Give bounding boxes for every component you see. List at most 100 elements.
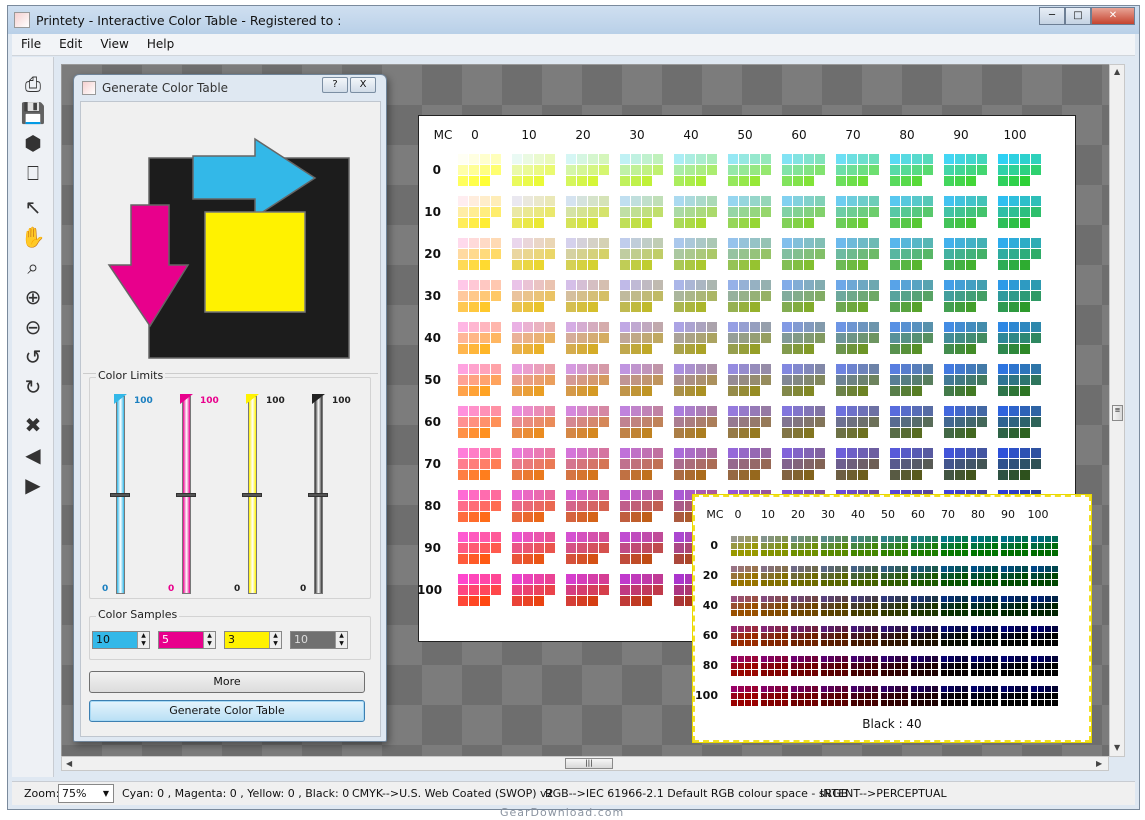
color-cell[interactable]	[881, 596, 908, 618]
color-cell[interactable]	[944, 238, 990, 272]
color-cell[interactable]	[674, 196, 720, 230]
color-cell[interactable]	[851, 686, 878, 708]
color-cell[interactable]	[620, 448, 666, 482]
color-cell[interactable]	[566, 490, 612, 524]
cyan-samples-spinbox[interactable]: 10 ▲ ▼	[92, 631, 150, 649]
color-cell[interactable]	[731, 686, 758, 708]
color-cell[interactable]	[620, 322, 666, 356]
color-cell[interactable]	[911, 626, 938, 648]
color-cell[interactable]	[998, 154, 1044, 188]
color-cell[interactable]	[881, 686, 908, 708]
color-cell[interactable]	[512, 322, 558, 356]
menu-file[interactable]: File	[12, 34, 50, 55]
color-cell[interactable]	[1031, 686, 1058, 708]
color-cell[interactable]	[731, 596, 758, 618]
color-cell[interactable]	[761, 536, 788, 558]
printer-icon[interactable]: ⎙	[20, 71, 46, 97]
color-cell[interactable]	[791, 596, 818, 618]
cyan-max-handle-icon[interactable]	[114, 394, 127, 404]
color-cell[interactable]	[728, 448, 774, 482]
pointer-icon[interactable]: ↖	[20, 194, 46, 220]
color-cell[interactable]	[458, 154, 504, 188]
color-cell[interactable]	[674, 280, 720, 314]
color-cell[interactable]	[998, 280, 1044, 314]
close-button[interactable]: ✕	[1091, 7, 1135, 25]
color-cell[interactable]	[836, 238, 882, 272]
spin-arrows-icon[interactable]: ▲ ▼	[137, 632, 149, 648]
color-cell[interactable]	[620, 280, 666, 314]
color-cell[interactable]	[728, 280, 774, 314]
black-max-handle-icon[interactable]	[312, 394, 325, 404]
previous-icon[interactable]: ◀	[20, 442, 46, 468]
color-cell[interactable]	[791, 686, 818, 708]
color-cell[interactable]	[458, 574, 504, 608]
color-cell[interactable]	[782, 322, 828, 356]
color-cell[interactable]	[881, 536, 908, 558]
color-cell[interactable]	[881, 656, 908, 678]
color-cell[interactable]	[971, 656, 998, 678]
color-cell[interactable]	[911, 686, 938, 708]
color-cell[interactable]	[998, 238, 1044, 272]
color-cell[interactable]	[728, 154, 774, 188]
color-cell[interactable]	[1031, 536, 1058, 558]
color-cell[interactable]	[512, 196, 558, 230]
color-cell[interactable]	[458, 280, 504, 314]
color-cell[interactable]	[890, 448, 936, 482]
color-cell[interactable]	[944, 406, 990, 440]
yellow-slider-knob[interactable]	[242, 493, 262, 497]
color-cell[interactable]	[731, 566, 758, 588]
color-cell[interactable]	[674, 448, 720, 482]
color-cell[interactable]	[512, 490, 558, 524]
color-cell[interactable]	[761, 566, 788, 588]
color-cell[interactable]	[512, 280, 558, 314]
scroll-right-icon[interactable]: ▶	[1096, 759, 1102, 768]
horizontal-scroll-thumb[interactable]: |||	[565, 758, 613, 769]
minimize-button[interactable]: ─	[1039, 7, 1065, 25]
color-cell[interactable]	[971, 626, 998, 648]
color-cell[interactable]	[941, 626, 968, 648]
palette-icon[interactable]: ⬢	[20, 130, 46, 156]
zoom-out-icon[interactable]: ⊖	[20, 314, 46, 340]
dialog-close-button[interactable]: X	[350, 77, 376, 93]
color-cell[interactable]	[620, 406, 666, 440]
color-cell[interactable]	[1001, 536, 1028, 558]
color-cell[interactable]	[890, 196, 936, 230]
color-cell[interactable]	[731, 536, 758, 558]
zoom-in-icon[interactable]: ⊕	[20, 284, 46, 310]
scroll-left-icon[interactable]: ◀	[66, 759, 72, 768]
color-cell[interactable]	[941, 656, 968, 678]
menu-edit[interactable]: Edit	[50, 34, 91, 55]
color-cell[interactable]	[512, 532, 558, 566]
color-cell[interactable]	[1031, 566, 1058, 588]
color-cell[interactable]	[941, 536, 968, 558]
color-cell[interactable]	[761, 656, 788, 678]
vertical-scrollbar[interactable]: ▲ ≡ ▼	[1109, 64, 1125, 757]
black-slider-knob[interactable]	[308, 493, 328, 497]
generate-color-table-button[interactable]: Generate Color Table	[89, 700, 365, 722]
color-cell[interactable]	[821, 626, 848, 648]
color-cell[interactable]	[821, 596, 848, 618]
color-cell[interactable]	[791, 656, 818, 678]
color-cell[interactable]	[881, 626, 908, 648]
color-cell[interactable]	[911, 536, 938, 558]
zoom-select[interactable]: 75% ▼	[58, 784, 114, 803]
color-cell[interactable]	[998, 196, 1044, 230]
color-cell[interactable]	[782, 238, 828, 272]
color-cell[interactable]	[458, 406, 504, 440]
color-cell[interactable]	[620, 364, 666, 398]
color-cell[interactable]	[791, 566, 818, 588]
color-cell[interactable]	[512, 364, 558, 398]
color-cell[interactable]	[674, 238, 720, 272]
black-samples-spinbox[interactable]: 10 ▲ ▼	[290, 631, 348, 649]
color-cell[interactable]	[512, 574, 558, 608]
color-cell[interactable]	[761, 596, 788, 618]
color-cell[interactable]	[566, 448, 612, 482]
color-cell[interactable]	[512, 238, 558, 272]
color-cell[interactable]	[566, 574, 612, 608]
more-button[interactable]: More	[89, 671, 365, 693]
color-cell[interactable]	[941, 596, 968, 618]
color-cell[interactable]	[944, 154, 990, 188]
color-cell[interactable]	[458, 322, 504, 356]
color-cell[interactable]	[1031, 656, 1058, 678]
color-cell[interactable]	[944, 322, 990, 356]
